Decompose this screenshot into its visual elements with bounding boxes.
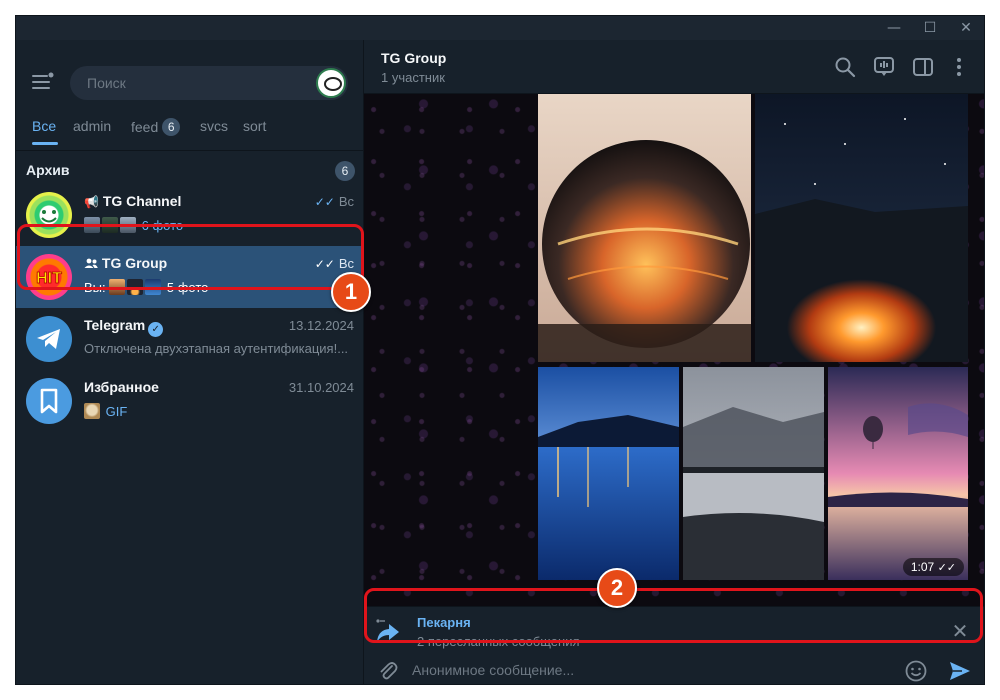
time-text: Вс: [338, 194, 354, 209]
album-photo-balloon-sunset[interactable]: 1:07 ✓✓: [828, 367, 968, 580]
step-marker-1: 1: [331, 272, 371, 312]
message-composer: [364, 656, 984, 684]
tab-svcs[interactable]: svcs: [200, 118, 228, 134]
verified-badge-icon: ✓: [148, 322, 164, 337]
read-ticks-icon: ✓✓: [314, 195, 335, 209]
album-photo-lava-night[interactable]: [755, 94, 968, 362]
search-placeholder: Поиск: [87, 75, 126, 91]
sidebar-toggle-icon[interactable]: [912, 56, 934, 78]
time-text: 13.12.2024: [288, 318, 354, 333]
send-icon[interactable]: [948, 659, 972, 683]
chat-title-text: Telegram: [84, 317, 146, 333]
more-vertical-icon[interactable]: [948, 56, 970, 78]
chat-preview: GIF: [84, 403, 354, 419]
callout-highlight-chat: [17, 224, 364, 290]
avatar: [26, 316, 72, 362]
chat-title-text: Избранное: [84, 379, 159, 395]
minimize-button[interactable]: —: [876, 16, 912, 40]
chat-item-telegram[interactable]: Telegram ✓ 13.12.2024 Отключена двухэтапн…: [16, 308, 364, 370]
active-tab-underline: [32, 142, 58, 145]
chat-time: 31.10.2024: [289, 380, 354, 395]
chat-background: 1:07 ✓✓: [364, 94, 984, 606]
tab-all[interactable]: Все: [32, 118, 58, 145]
chat-header[interactable]: TG Group 1 участник: [364, 40, 984, 94]
preview-text: GIF: [105, 404, 128, 419]
search-box[interactable]: Поиск: [70, 66, 348, 100]
chat-sidebar: Поиск Все admin feed6 svcs sort Архив 6: [16, 40, 364, 684]
emoji-icon[interactable]: [904, 659, 928, 683]
unread-badge: 6: [162, 118, 181, 136]
close-window-button[interactable]: ✕: [948, 16, 984, 40]
tab-label: feed: [131, 119, 159, 135]
tab-label: Все: [32, 118, 57, 134]
tab-sort[interactable]: sort: [243, 118, 266, 134]
album-photo-lake-lights[interactable]: [538, 367, 679, 580]
chat-item-saved-messages[interactable]: Избранное 31.10.2024 GIF: [16, 370, 364, 432]
header-subtitle: 1 участник: [381, 70, 445, 85]
bookmark-icon: [40, 388, 58, 414]
chat-title: Избранное: [84, 379, 159, 395]
chat-time: 13.12.2024: [289, 318, 354, 333]
tab-admin[interactable]: admin: [73, 118, 111, 134]
callout-highlight-forward: [364, 588, 983, 643]
search-icon[interactable]: [834, 56, 856, 78]
archive-label[interactable]: Архив: [26, 162, 69, 178]
chat-title-text: TG Channel: [102, 193, 182, 209]
time-text: 31.10.2024: [288, 380, 354, 395]
divider: [16, 150, 364, 151]
tab-label: sort: [243, 118, 267, 134]
profile-avatar[interactable]: [316, 68, 346, 98]
archive-count-badge: 6: [335, 161, 355, 181]
message-input[interactable]: [412, 656, 892, 684]
tab-feed[interactable]: feed 6: [131, 118, 181, 136]
step-marker-2: 2: [597, 568, 637, 608]
live-stream-icon[interactable]: [873, 56, 895, 78]
paperclip-icon[interactable]: [376, 659, 400, 683]
chat-title: 📢 TG Channel: [84, 193, 181, 209]
hamburger-menu-icon[interactable]: [32, 72, 54, 90]
time-text: 1:07: [910, 560, 935, 574]
telegram-plane-icon: [37, 329, 60, 349]
header-title: TG Group: [381, 50, 447, 66]
megaphone-icon: 📢: [84, 195, 99, 209]
message-time-pill: 1:07 ✓✓: [902, 558, 964, 576]
preview-text: Отключена двухэтапная аутентификация!...: [84, 341, 349, 356]
chat-preview: Отключена двухэтапная аутентификация!...: [84, 341, 354, 356]
album-photo-foggy-lake[interactable]: [683, 367, 824, 580]
telegram-window: — ☐ ✕ Поиск Все admin feed 6 svcs sort А…: [16, 16, 984, 684]
avatar: [26, 378, 72, 424]
maximize-button[interactable]: ☐: [912, 16, 948, 40]
title-bar: — ☐ ✕: [16, 16, 984, 40]
chat-title: Telegram ✓: [84, 317, 164, 337]
chat-time: ✓✓ Вс: [315, 194, 354, 209]
tab-label: admin: [73, 118, 112, 134]
tab-label: svcs: [200, 118, 228, 134]
photo-album-message[interactable]: 1:07 ✓✓: [538, 94, 968, 580]
gif-thumbnail: [84, 403, 100, 419]
read-ticks-icon: ✓✓: [937, 561, 956, 574]
album-photo-glass-ball[interactable]: [538, 94, 751, 362]
